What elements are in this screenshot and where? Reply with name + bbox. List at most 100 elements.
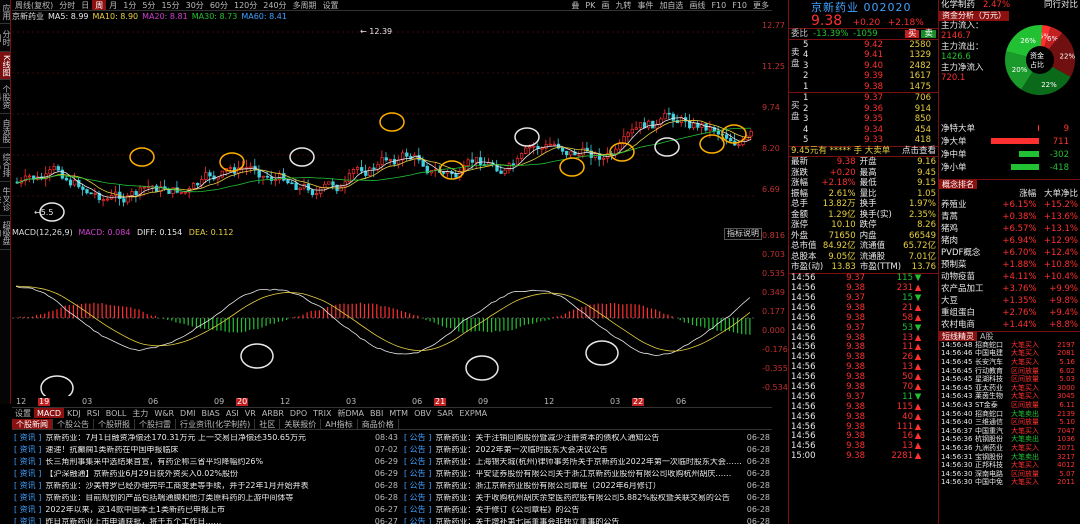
- toolbar-btn-3[interactable]: 九转: [612, 0, 634, 10]
- sidebar-item-7[interactable]: 超级盘口: [0, 216, 11, 250]
- news-title[interactable]: 京新药业：浙江京新药业股份有限公司章程（2022年6月修订）: [435, 482, 742, 490]
- news-row[interactable]: [ 公告 ] 京新药业：2022年第一次临时股东大会决议公告 06-28: [404, 444, 770, 456]
- rank-row[interactable]: PVDF概念 +6.70% +12.4%: [939, 247, 1080, 259]
- buy-button[interactable]: 买: [904, 29, 920, 38]
- indicator-tab-14[interactable]: 新DMA: [334, 408, 367, 418]
- sidebar-item-4[interactable]: 自选股: [0, 114, 11, 148]
- alert-row[interactable]: 14:56:43 ST金泰 区间放量 6.11: [939, 401, 1080, 410]
- news-tab-5[interactable]: 社区: [255, 419, 281, 429]
- news-row[interactable]: [ 公告 ] 京新药业：关于注销回购股份暨减少注册资本的债权人通知公告 06-28: [404, 432, 770, 444]
- indicator-tab-19[interactable]: EXPMA: [456, 408, 490, 418]
- news-row[interactable]: [ 公告 ] 京新药业：平安证券股份有限公司关于浙江京新药业股份有限公司收购杭州胡…: [404, 468, 770, 480]
- alert-row[interactable]: 14:56:37 中国重汽 大笔买入 7047: [939, 427, 1080, 436]
- period-tab-12[interactable]: 多周期: [290, 0, 320, 10]
- period-tab-8[interactable]: 30分: [183, 0, 207, 10]
- news-row[interactable]: [ 资讯 ] 2022年以来，这14款中国本土1类新药已申报上市 06-27: [14, 504, 398, 516]
- period-tab-11[interactable]: 240分: [260, 0, 289, 10]
- indicator-tab-8[interactable]: BIAS: [198, 408, 222, 418]
- news-row[interactable]: [ 资讯 ] 长三角刑事集采中选结果首宣，有药企称三省平均降幅约26% 06-29: [14, 456, 398, 468]
- alert-row[interactable]: 14:56:43 莱茵生物 大笔买入 3045: [939, 393, 1080, 402]
- buy-level[interactable]: 4 9.34 454: [789, 125, 938, 136]
- tab-fund-analysis[interactable]: 资金分析（万元）: [939, 10, 1009, 21]
- kline-chart[interactable]: ← 12.39 ←5.5: [12, 22, 757, 227]
- indicator-tab-18[interactable]: SAR: [434, 408, 456, 418]
- alert-row[interactable]: 14:56:45 长安汽车 大笔买入 5.16: [939, 358, 1080, 367]
- indicator-tab-17[interactable]: OBV: [411, 408, 434, 418]
- indicator-tab-3[interactable]: RSI: [84, 408, 103, 418]
- indicator-tab-2[interactable]: KDJ: [64, 408, 84, 418]
- period-tab-13[interactable]: 设置: [320, 0, 342, 10]
- alert-row[interactable]: 14:56:36 杭钢股份 大笔卖出 1036: [939, 436, 1080, 445]
- indicator-tab-12[interactable]: DPO: [287, 408, 310, 418]
- news-title[interactable]: 2022年以来，这14款中国本土1类新药已申报上市: [45, 506, 370, 514]
- macd-chart[interactable]: [12, 238, 757, 396]
- news-row[interactable]: [ 资讯 ] 【沪深融通】京新药业6月29日获外资买入0.02%股份 06-29: [14, 468, 398, 480]
- rank-row[interactable]: 青蒿 +0.38% +13.6%: [939, 211, 1080, 223]
- period-tab-0[interactable]: 周线(复权): [12, 0, 56, 10]
- indicator-tab-9[interactable]: ASI: [223, 408, 242, 418]
- rank-row[interactable]: 大豆 +1.35% +9.8%: [939, 295, 1080, 307]
- compare-link[interactable]: 同行对比: [1044, 1, 1078, 10]
- news-title[interactable]: 京新药业：上海锦天城(杭州)律师事务所关于京新药业2022年第一次临时股东大会……: [435, 458, 742, 466]
- news-title[interactable]: 京新药业：7月1日融资净偿还170.31万元 上一交易日净偿还350.65万元: [45, 434, 371, 442]
- toolbar-btn-5[interactable]: 加自选: [656, 0, 686, 10]
- news-tab-3[interactable]: 个股扫雷: [135, 419, 176, 429]
- sidebar-item-5[interactable]: 综合排名: [0, 148, 11, 182]
- period-tab-5[interactable]: 1分: [120, 0, 139, 10]
- alert-row[interactable]: 14:56:45 亚太药业 大笔买入 3000: [939, 384, 1080, 393]
- news-title[interactable]: 长三角刑事集采中选结果首宣，有药企称三省平均降幅约26%: [45, 458, 370, 466]
- alert-row[interactable]: 14:56:46 中国电建 大笔买入 2081: [939, 350, 1080, 359]
- sidebar-item-6[interactable]: 牛叉诊股: [0, 182, 11, 216]
- news-row[interactable]: [ 资讯 ] 京新药业：沙美特罗已经办理完毕工商变更等手续，并于22年1月开始并表…: [14, 480, 398, 492]
- sidebar-item-3[interactable]: 个股资料: [0, 80, 11, 114]
- alert-row[interactable]: 14:56:40 三维通信 区间放量 5.10: [939, 418, 1080, 427]
- news-title[interactable]: 昨日京新药业上市申请获批，将于五个工作日……: [45, 518, 370, 524]
- toolbar-btn-2[interactable]: 画: [598, 0, 612, 10]
- rank-row[interactable]: 猪鸡 +6.57% +13.1%: [939, 223, 1080, 235]
- indicator-tab-11[interactable]: ARBR: [259, 408, 287, 418]
- buy-level[interactable]: 1 9.37 706: [789, 93, 938, 104]
- indicator-tab-6[interactable]: W&R: [151, 408, 177, 418]
- period-tab-10[interactable]: 120分: [231, 0, 260, 10]
- period-tab-7[interactable]: 15分: [158, 0, 182, 10]
- sidebar-item-1[interactable]: 分时图: [0, 24, 11, 52]
- alert-tab-0[interactable]: 短线精灵: [939, 332, 977, 341]
- indicator-tab-1[interactable]: MACD: [34, 408, 64, 418]
- sell-level[interactable]: 1 9.38 1475: [789, 82, 938, 93]
- rank-row[interactable]: 农村电商 +1.44% +8.8%: [939, 319, 1080, 331]
- alert-row[interactable]: 14:56:36 九洲药业 大笔买入 2071: [939, 444, 1080, 453]
- news-tab-4[interactable]: 行业资讯(化学制药): [176, 419, 256, 429]
- rank-row[interactable]: 动物疫苗 +4.11% +10.4%: [939, 271, 1080, 283]
- sidebar-item-2[interactable]: K线图: [0, 52, 11, 80]
- alert-row[interactable]: 14:56:45 行动教育 区间放量 6.02: [939, 367, 1080, 376]
- alert-row[interactable]: 14:56:30 中国中免 大笔买入 2011: [939, 479, 1080, 488]
- news-title[interactable]: 京新药业：平安证券股份有限公司关于浙江京新药业股份有限公司收购杭州胡庆……: [435, 470, 742, 478]
- period-tab-6[interactable]: 5分: [139, 0, 158, 10]
- toolbar-btn-8[interactable]: F10: [729, 0, 750, 10]
- news-title[interactable]: 京新药业：关于收购杭州胡庆余堂医药控股有限公司5.882%股权暨关联交易的公告: [435, 494, 742, 502]
- rank-row[interactable]: 重组蛋白 +2.76% +9.4%: [939, 307, 1080, 319]
- indicator-tab-7[interactable]: DMI: [177, 408, 198, 418]
- sell-level[interactable]: 4 9.41 1329: [789, 50, 938, 61]
- news-row[interactable]: [ 公告 ] 京新药业：关于增补第七届董事会非独立董事的公告 06-28: [404, 516, 770, 524]
- period-tab-1[interactable]: 分时: [56, 0, 78, 10]
- alert-row[interactable]: 14:56:45 星湖科技 区间放量 5.03: [939, 375, 1080, 384]
- indicator-tab-16[interactable]: MTM: [386, 408, 411, 418]
- alert-tab-1[interactable]: A股: [977, 332, 996, 341]
- news-title[interactable]: 京新药业：关于增补第七届董事会非独立董事的公告: [435, 518, 742, 524]
- rank-row[interactable]: 预制菜 +1.88% +10.8%: [939, 259, 1080, 271]
- news-row[interactable]: [ 公告 ] 京新药业：上海锦天城(杭州)律师事务所关于京新药业2022年第一次临…: [404, 456, 770, 468]
- sell-level[interactable]: 2 9.39 1617: [789, 71, 938, 82]
- news-row[interactable]: [ 资讯 ] 京新药业：目前规划的产品包括喘通膜和他汀类原料药的上游中间体等 06-…: [14, 492, 398, 504]
- alert-row[interactable]: 14:56:30 深南电路 区间放量 5.07: [939, 470, 1080, 479]
- news-row[interactable]: [ 公告 ] 京新药业：关于修订《公司章程》的公告 06-28: [404, 504, 770, 516]
- toolbar-btn-7[interactable]: F10: [708, 0, 729, 10]
- indicator-tab-15[interactable]: BBI: [367, 408, 386, 418]
- toolbar-btn-6[interactable]: 画线: [686, 0, 708, 10]
- rank-row[interactable]: 猪肉 +6.94% +12.9%: [939, 235, 1080, 247]
- news-title[interactable]: 京新药业：沙美特罗已经办理完毕工商变更等手续，并于22年1月开始并表: [45, 482, 370, 490]
- news-title[interactable]: 速递！抗癫痫1类新药在中国申报临床: [45, 446, 370, 454]
- toolbar-btn-0[interactable]: 叠: [568, 0, 582, 10]
- news-tab-0[interactable]: 个股新闻: [12, 419, 53, 429]
- industry-name[interactable]: 化学制药: [941, 1, 975, 10]
